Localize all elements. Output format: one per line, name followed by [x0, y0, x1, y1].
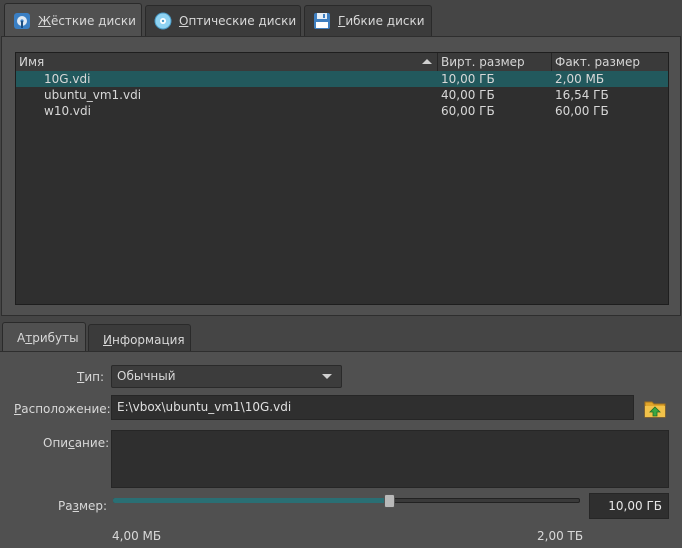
table-row[interactable]: 10G.vdi 10,00 ГБ 2,00 МБ — [16, 71, 668, 87]
size-label: Размер: — [58, 499, 108, 513]
row-name: w10.vdi — [44, 104, 91, 118]
tab-floppy-disks-label: Гибкие диски — [338, 14, 425, 28]
row-actual-size: 16,54 ГБ — [555, 88, 609, 102]
row-virtual-size: 10,00 ГБ — [441, 72, 495, 86]
tab-optical-disks-label: Оптические диски — [179, 14, 297, 28]
disk-list-panel: Имя Вирт. размер Факт. размер 10G.vdi 10… — [1, 36, 681, 316]
description-label: Описание: — [43, 436, 110, 450]
type-label: Тип: — [77, 370, 105, 384]
table-header: Имя Вирт. размер Факт. размер — [16, 53, 668, 72]
size-max-label: 2,00 ТБ — [537, 529, 584, 543]
column-header-actual-size[interactable]: Факт. размер — [552, 53, 668, 71]
column-header-name[interactable]: Имя — [16, 53, 438, 71]
tab-hard-disks-label: Жёсткие диски — [38, 13, 136, 28]
size-input[interactable]: 10,00 ГБ — [589, 493, 669, 519]
row-actual-size: 60,00 ГБ — [555, 104, 609, 118]
column-header-virtual-size[interactable]: Вирт. размер — [438, 53, 552, 71]
media-type-tabs: Жёсткие диски Оптические диски Гибкие ди… — [0, 0, 682, 37]
tab-attributes-label: Атрибуты — [17, 331, 79, 345]
description-field[interactable] — [111, 430, 669, 488]
size-slider-fill — [113, 498, 389, 503]
tab-hard-disks[interactable]: Жёсткие диски — [4, 3, 142, 37]
folder-icon — [644, 401, 666, 418]
size-slider[interactable] — [113, 494, 580, 508]
column-header-actual-size-label: Факт. размер — [555, 55, 640, 69]
tab-floppy-disks[interactable]: Гибкие диски — [304, 5, 432, 36]
column-header-virtual-size-label: Вирт. размер — [441, 55, 525, 69]
location-label: Расположение: — [14, 402, 111, 416]
tab-information-label: Информация — [103, 333, 185, 347]
tab-attributes[interactable]: Атрибуты — [2, 322, 86, 352]
type-select[interactable]: Обычный — [111, 365, 342, 388]
optical-disc-icon — [154, 12, 172, 30]
size-min-label: 4,00 МБ — [112, 529, 162, 543]
row-name: ubuntu_vm1.vdi — [44, 88, 142, 102]
table-row[interactable]: w10.vdi 60,00 ГБ 60,00 ГБ — [16, 103, 668, 119]
media-table[interactable]: Имя Вирт. размер Факт. размер 10G.vdi 10… — [15, 52, 669, 305]
size-slider-handle[interactable] — [383, 494, 395, 508]
choose-location-button[interactable] — [643, 397, 667, 419]
row-actual-size: 2,00 МБ — [555, 72, 605, 86]
table-row[interactable]: ubuntu_vm1.vdi 40,00 ГБ 16,54 ГБ — [16, 87, 668, 103]
hard-disk-icon — [13, 12, 31, 30]
details-tabs: Атрибуты Информация — [0, 322, 682, 352]
column-header-name-label: Имя — [19, 55, 45, 69]
location-field[interactable]: E:\vbox\ubuntu_vm1\10G.vdi — [111, 395, 634, 420]
row-name: 10G.vdi — [44, 72, 91, 86]
row-virtual-size: 40,00 ГБ — [441, 88, 495, 102]
row-virtual-size: 60,00 ГБ — [441, 104, 495, 118]
chevron-down-icon — [322, 374, 332, 379]
tab-information[interactable]: Информация — [88, 324, 191, 352]
type-select-value: Обычный — [117, 369, 176, 383]
tab-optical-disks[interactable]: Оптические диски — [145, 5, 301, 36]
sort-ascending-icon — [422, 59, 432, 64]
floppy-disk-icon — [313, 12, 331, 30]
